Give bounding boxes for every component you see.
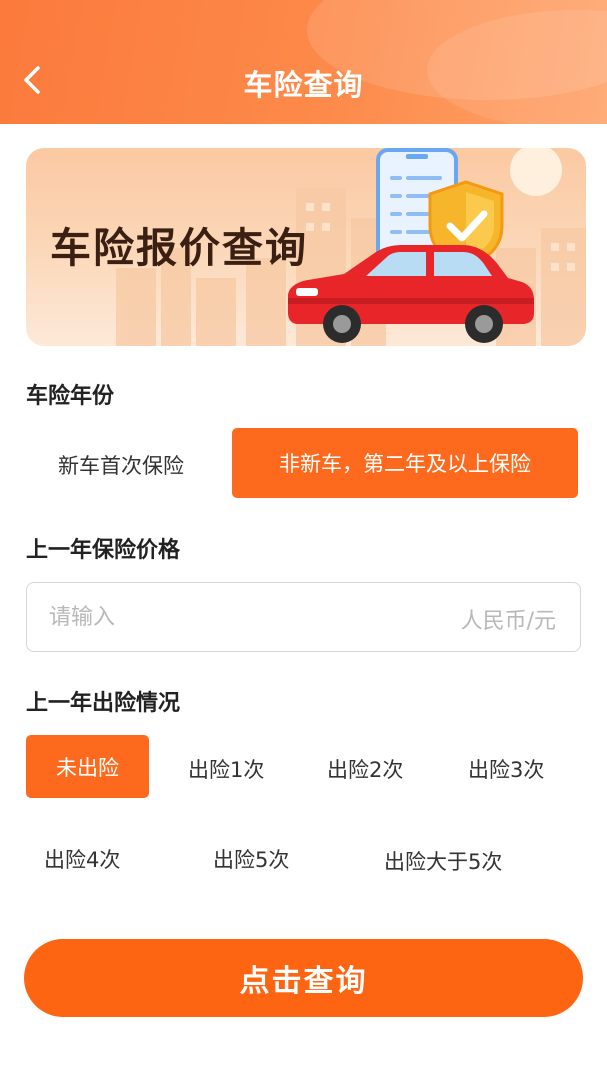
- option-new-car[interactable]: 新车首次保险: [58, 450, 184, 480]
- price-input[interactable]: [49, 583, 429, 651]
- option-claims-more-than-5[interactable]: 出险大于5次: [384, 846, 502, 876]
- price-field: 人民币/元: [26, 582, 581, 652]
- banner-title: 车险报价查询: [50, 224, 308, 272]
- insurance-year-options: 新车首次保险 非新车，第二年及以上保险: [26, 428, 582, 498]
- query-button[interactable]: 点击查询: [24, 939, 583, 1017]
- option-claims-2[interactable]: 出险2次: [327, 754, 403, 784]
- option-claims-3[interactable]: 出险3次: [468, 754, 544, 784]
- price-unit: 人民币/元: [460, 609, 556, 634]
- header: 车险查询: [0, 0, 607, 124]
- page-title: 车险查询: [243, 68, 364, 102]
- insurance-year-label: 车险年份: [26, 384, 115, 409]
- option-claims-5[interactable]: 出险5次: [213, 844, 289, 874]
- promo-banner: 车险报价查询: [26, 148, 586, 346]
- option-no-claims-selected[interactable]: 未出险: [26, 735, 149, 798]
- option-claims-4[interactable]: 出险4次: [44, 844, 120, 874]
- claims-label: 上一年出险情况: [26, 691, 181, 716]
- option-renewal-selected[interactable]: 非新车，第二年及以上保险: [232, 428, 578, 498]
- option-claims-1[interactable]: 出险1次: [188, 754, 264, 784]
- last-price-label: 上一年保险价格: [26, 538, 181, 563]
